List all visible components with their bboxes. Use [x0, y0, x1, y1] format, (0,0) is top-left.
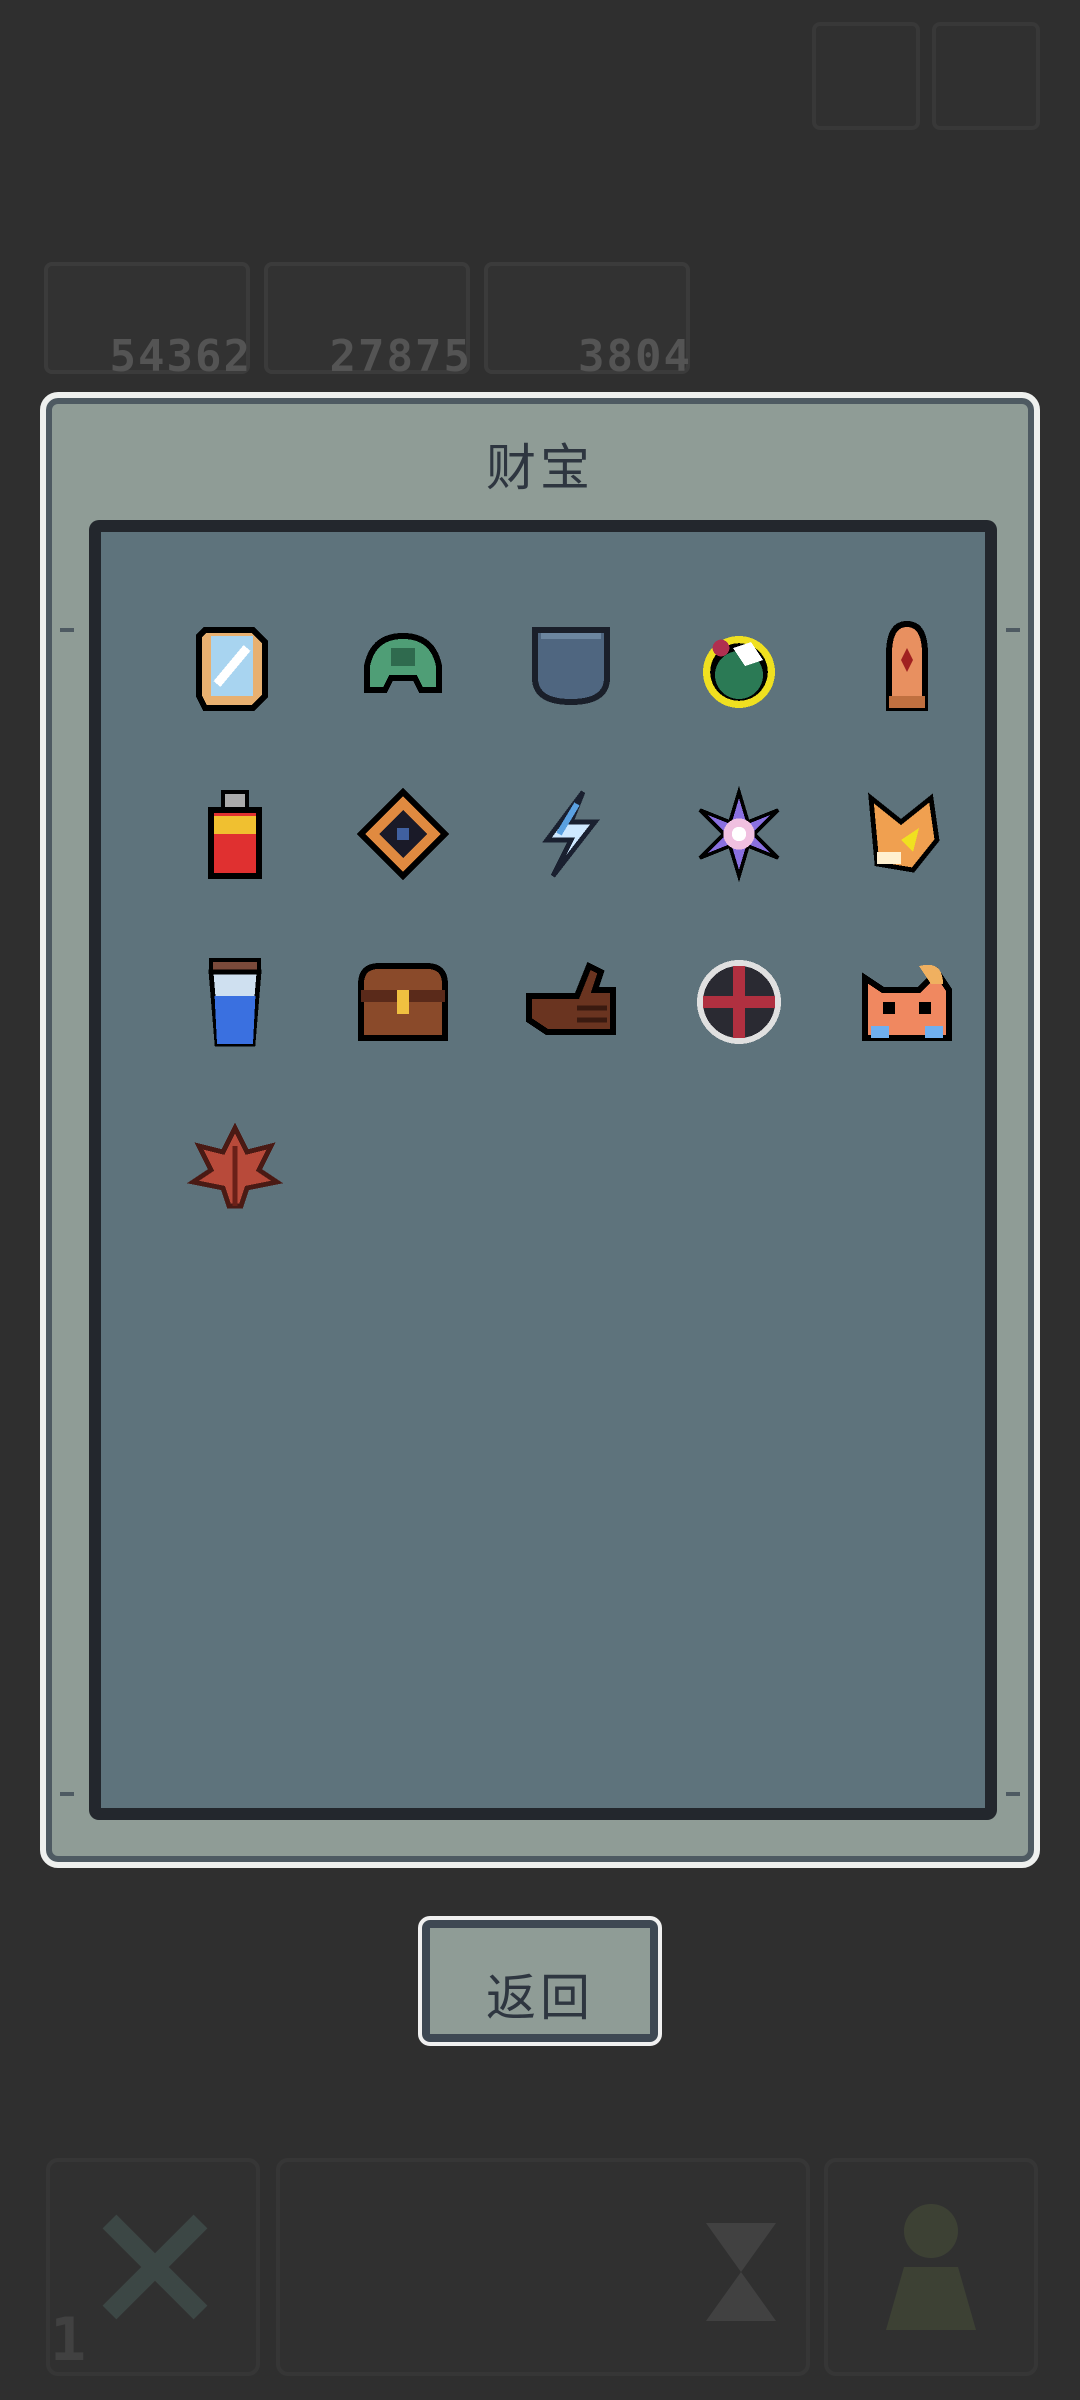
treasure-grid — [151, 582, 991, 1254]
crossed-swords-icon — [102, 2214, 208, 2320]
back-button-label: 返回 — [486, 1969, 594, 2027]
crosshair-icon — [697, 960, 781, 1044]
treasure-item-usb-drive[interactable] — [151, 750, 319, 918]
water-cup-icon — [208, 958, 262, 1047]
resource-value: 3804 — [578, 331, 692, 382]
top-menu-button-2[interactable] — [932, 22, 1040, 130]
pocket-icon — [532, 627, 610, 706]
treasure-item-treasure-chest[interactable] — [319, 918, 487, 1086]
panel-rail — [1006, 628, 1020, 1796]
timer-slot — [276, 2158, 810, 2376]
leather-glove-icon — [526, 961, 616, 1035]
treasure-item-diamond-gem[interactable] — [319, 750, 487, 918]
treasure-item-mirror[interactable] — [151, 582, 319, 750]
diamond-gem-icon — [356, 787, 450, 881]
character-slot[interactable] — [824, 2158, 1038, 2376]
panel-rail — [60, 628, 74, 1796]
maple-leaf-icon — [187, 1122, 283, 1209]
treasure-item-pocket[interactable] — [487, 582, 655, 750]
turtle-shell-icon — [364, 632, 442, 693]
treasure-item-maple-leaf[interactable] — [151, 1086, 319, 1254]
purple-star-icon — [698, 786, 780, 882]
treasure-item-fox-tail[interactable] — [823, 750, 991, 918]
bullet-icon — [886, 620, 928, 711]
fox-tail-icon — [868, 792, 940, 873]
pawn-icon — [886, 2204, 976, 2330]
resource-counter-1: 54362 — [44, 262, 250, 382]
resource-value: 27875 — [329, 331, 472, 382]
resource-counter-2: 27875 — [264, 262, 470, 382]
treasure-item-lightning[interactable] — [487, 750, 655, 918]
treasure-item-bullet[interactable] — [823, 582, 991, 750]
treasure-item-crosshair[interactable] — [655, 918, 823, 1086]
resource-counter-3: 3804 — [484, 262, 690, 382]
mirror-icon — [196, 627, 268, 711]
treasure-item-purple-star[interactable] — [655, 750, 823, 918]
lightning-icon — [542, 790, 600, 878]
treasure-item-leather-glove[interactable] — [487, 918, 655, 1086]
treasure-item-cat-face[interactable] — [823, 918, 991, 1086]
green-potion-orb-icon — [703, 636, 775, 708]
treasure-chest-icon — [358, 963, 448, 1041]
top-menu-button-1[interactable] — [812, 22, 920, 130]
back-button[interactable]: 返回 — [418, 1916, 662, 2046]
treasure-list — [89, 520, 997, 1820]
bottom-counter: 1 — [50, 2305, 87, 2375]
treasure-item-water-cup[interactable] — [151, 918, 319, 1086]
panel-title: 财宝 — [486, 439, 594, 497]
treasure-panel: 财宝 — [40, 392, 1040, 1868]
usb-drive-icon — [208, 790, 262, 879]
hourglass-icon — [706, 2223, 776, 2321]
treasure-item-green-orb[interactable] — [655, 582, 823, 750]
treasure-item-turtle-shell[interactable] — [319, 582, 487, 750]
resource-value: 54362 — [109, 331, 252, 382]
cat-face-icon — [862, 964, 952, 1041]
